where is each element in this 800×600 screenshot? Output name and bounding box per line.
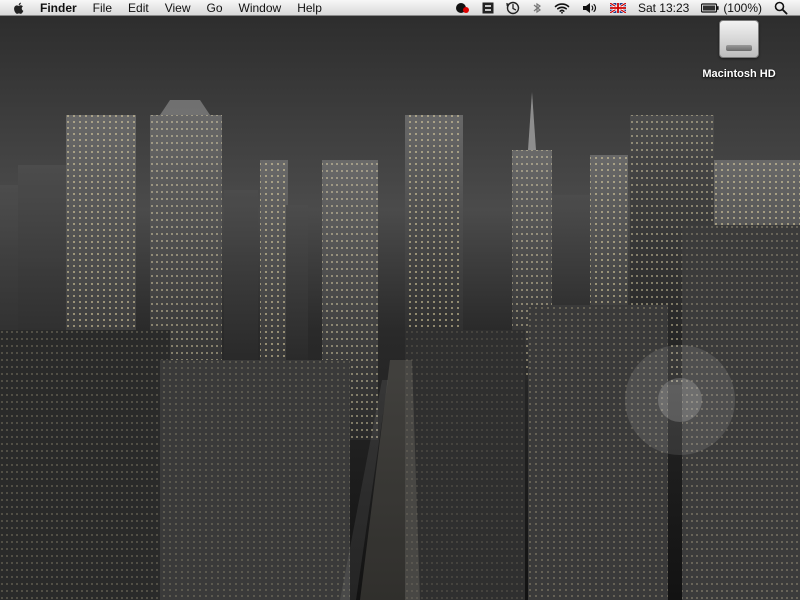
spotlight-button[interactable] [768,1,794,15]
status-grid-icon[interactable] [476,2,500,14]
menu-edit[interactable]: Edit [120,0,157,16]
menu-bar-status: Sat 13:23 (100%) [448,0,800,16]
menu-view[interactable]: View [157,0,199,16]
menu-help[interactable]: Help [289,0,330,16]
macintosh-hd-label: Macintosh HD [702,68,776,80]
clock[interactable]: Sat 13:23 [632,0,695,16]
wifi-icon[interactable] [548,2,576,14]
uk-flag-icon[interactable] [604,2,632,13]
bluetooth-icon[interactable] [526,1,548,15]
battery-status[interactable]: (100%) [695,0,768,16]
time-machine-icon[interactable] [500,1,526,15]
desktop[interactable]: Macintosh HD [0,0,800,600]
battery-icon [701,2,719,13]
menu-bar-left: Finder File Edit View Go Window Help [0,0,330,16]
status-app-icon[interactable] [448,2,476,14]
wallpaper-image [0,0,800,600]
clock-label: Sat 13:23 [637,0,690,15]
spotlight-icon [774,1,788,14]
menu-finder[interactable]: Finder [32,0,85,16]
menu-bar: Finder File Edit View Go Window Help Sat… [0,0,800,16]
volume-icon[interactable] [576,2,604,14]
menu-window[interactable]: Window [231,0,290,16]
apple-menu[interactable] [6,0,32,16]
macintosh-hd-desktop-icon[interactable]: Macintosh HD [696,20,782,82]
hard-drive-icon [719,20,759,58]
menu-go[interactable]: Go [199,0,231,16]
battery-percent: (100%) [723,0,762,15]
menu-file[interactable]: File [85,0,120,16]
apple-icon [14,2,24,14]
